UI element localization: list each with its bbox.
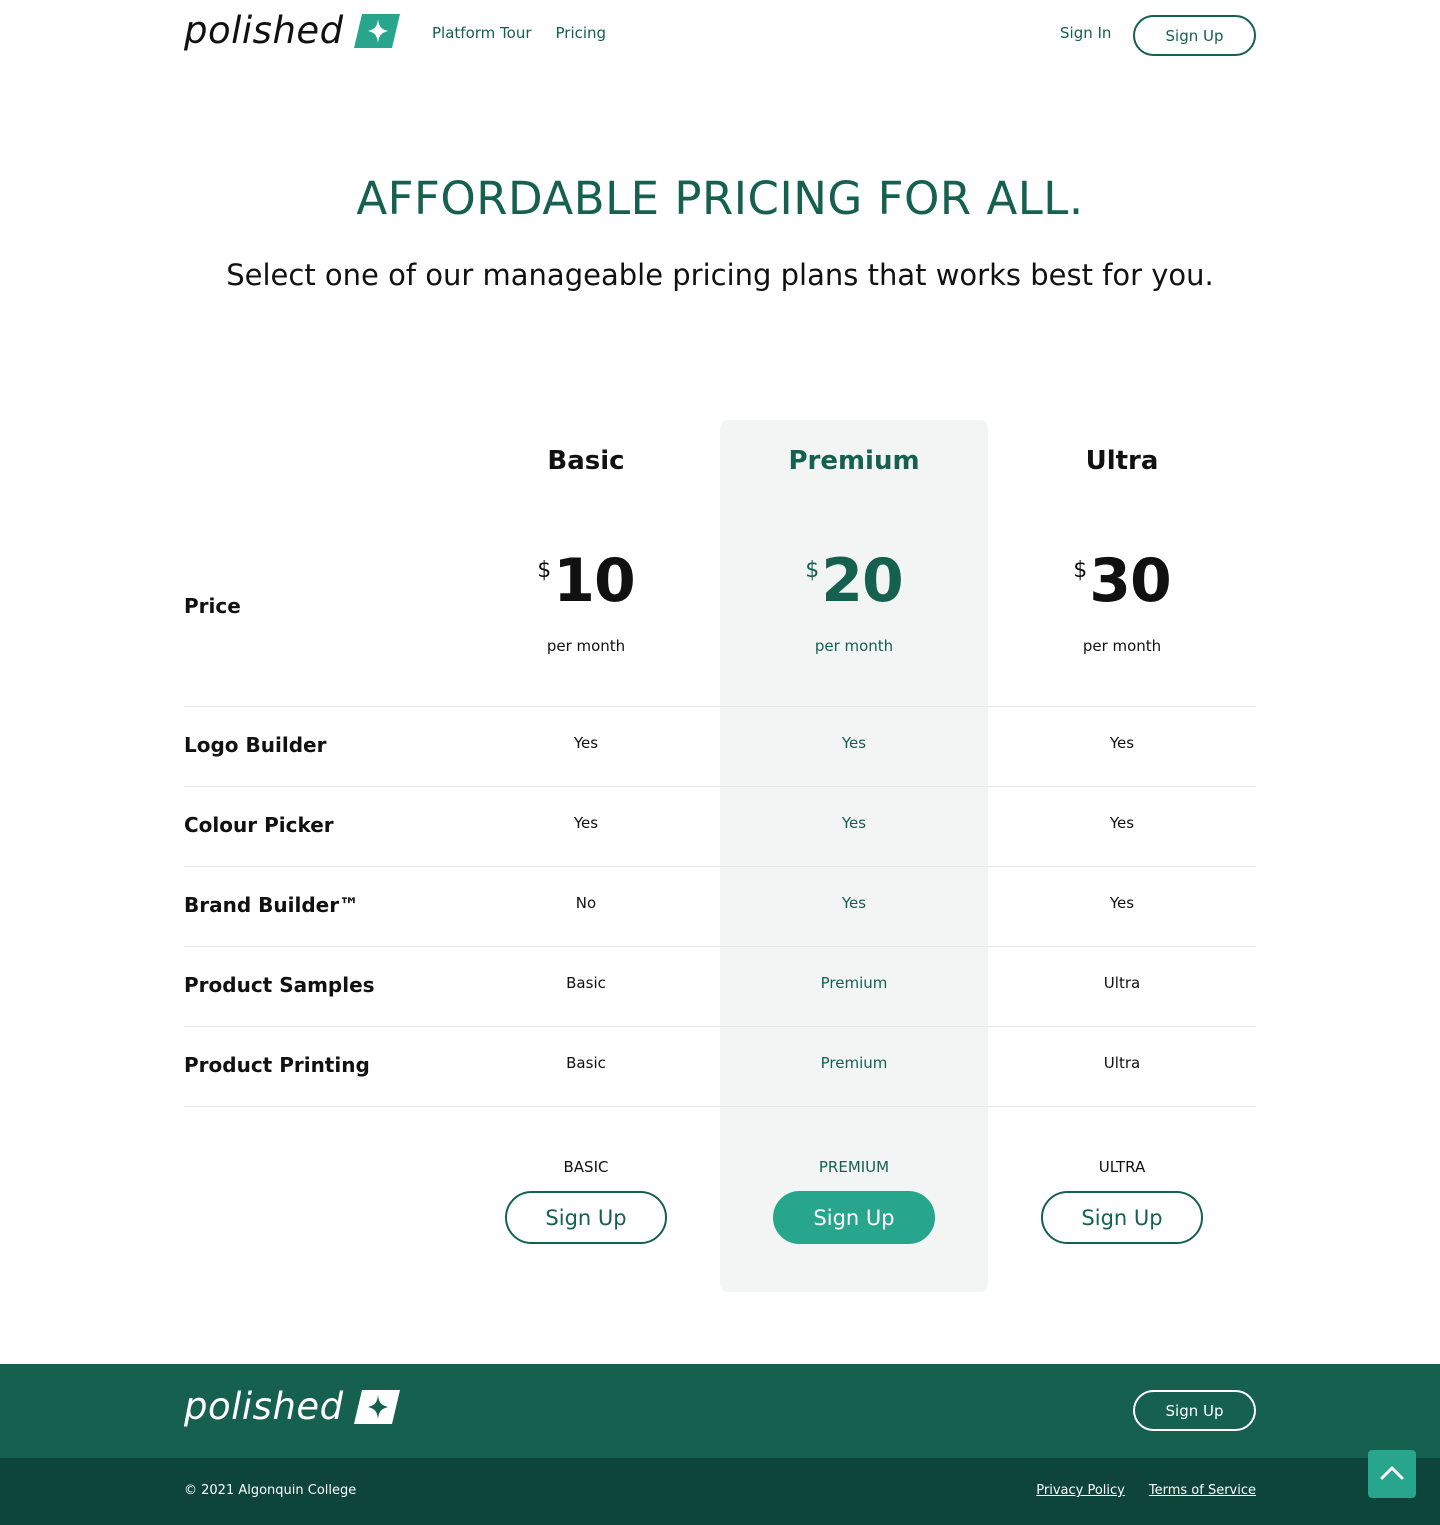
- plan-price-basic: $ 10: [452, 548, 720, 614]
- row-divider: [184, 1026, 1256, 1027]
- page-title: AFFORDABLE PRICING FOR ALL.: [356, 172, 1084, 225]
- logo-wordmark: polished: [184, 1385, 344, 1428]
- plan-period-premium: per month: [814, 637, 894, 655]
- basic-sign-up-button[interactable]: Sign Up: [505, 1191, 667, 1244]
- feature-cell: Basic: [566, 1054, 606, 1072]
- plan-name-premium: Premium: [788, 446, 920, 476]
- footer-logo[interactable]: polished: [184, 1388, 400, 1425]
- row-divider: [184, 946, 1256, 947]
- row-divider: [184, 1106, 1256, 1107]
- feature-cell: Ultra: [1103, 974, 1141, 992]
- logo-wordmark: polished: [184, 9, 344, 52]
- tier-caption-ultra: ULTRA: [1098, 1158, 1146, 1176]
- nav-platform-tour[interactable]: Platform Tour: [432, 24, 532, 42]
- row-divider: [184, 786, 1256, 787]
- footer-top: polished Sign Up: [0, 1364, 1440, 1458]
- footer-sign-up-button[interactable]: Sign Up: [1133, 1390, 1256, 1431]
- feature-cell: Yes: [1109, 814, 1135, 832]
- header-sign-up-button[interactable]: Sign Up: [1133, 15, 1256, 56]
- plan-name-ultra: Ultra: [1085, 446, 1159, 476]
- feature-label-product-printing: Product Printing: [184, 1053, 370, 1077]
- sparkle-icon: [353, 13, 400, 48]
- row-divider: [184, 866, 1256, 867]
- feature-cell: Yes: [573, 734, 599, 752]
- sign-in-link[interactable]: Sign In: [1060, 24, 1111, 42]
- feature-cell: Yes: [841, 894, 867, 912]
- feature-cell: Ultra: [1103, 1054, 1141, 1072]
- copyright-text: © 2021 Algonquin College: [184, 1483, 357, 1498]
- page-subtitle: Select one of our manageable pricing pla…: [226, 258, 1214, 292]
- tier-caption-premium: PREMIUM: [818, 1158, 890, 1176]
- feature-cell: Yes: [573, 814, 599, 832]
- feature-cell: Yes: [1109, 734, 1135, 752]
- price-amount: 30: [1089, 546, 1171, 616]
- feature-cell: Yes: [841, 814, 867, 832]
- feature-label-brand-builder: Brand Builder™: [184, 893, 360, 917]
- plan-name-basic: Basic: [547, 446, 625, 476]
- feature-cell: Premium: [820, 1054, 888, 1072]
- feature-label-colour-picker: Colour Picker: [184, 813, 334, 837]
- feature-cell: No: [575, 894, 597, 912]
- main-nav: Platform Tour Pricing: [432, 24, 606, 42]
- feature-cell: Yes: [1109, 894, 1135, 912]
- currency-symbol: $: [1073, 558, 1088, 583]
- site-header: polished Platform Tour Pricing Sign In S…: [0, 0, 1440, 72]
- footer-bottom: © 2021 Algonquin College Privacy Policy …: [0, 1458, 1440, 1525]
- currency-symbol: $: [537, 558, 552, 583]
- price-amount: 20: [821, 546, 903, 616]
- header-logo[interactable]: polished: [184, 12, 400, 49]
- price-amount: 10: [553, 546, 635, 616]
- plan-price-premium: $ 20: [720, 548, 988, 614]
- plan-price-ultra: $ 30: [988, 548, 1256, 614]
- feature-cell: Yes: [841, 734, 867, 752]
- plan-period-ultra: per month: [1082, 637, 1162, 655]
- feature-cell: Basic: [566, 974, 606, 992]
- premium-sign-up-button[interactable]: Sign Up: [773, 1191, 935, 1244]
- terms-of-service-link[interactable]: Terms of Service: [1149, 1483, 1256, 1498]
- plan-period-basic: per month: [546, 637, 626, 655]
- ultra-sign-up-button[interactable]: Sign Up: [1041, 1191, 1203, 1244]
- currency-symbol: $: [805, 558, 820, 583]
- row-divider: [184, 706, 1256, 707]
- footer-links: Privacy Policy Terms of Service: [1036, 1483, 1256, 1498]
- sparkle-icon: [353, 1389, 400, 1424]
- feature-cell: Premium: [820, 974, 888, 992]
- nav-pricing[interactable]: Pricing: [556, 24, 607, 42]
- privacy-policy-link[interactable]: Privacy Policy: [1036, 1483, 1125, 1498]
- price-row-label: Price: [184, 594, 241, 618]
- back-to-top-button[interactable]: [1368, 1450, 1416, 1498]
- feature-label-product-samples: Product Samples: [184, 973, 375, 997]
- chevron-up-icon: [1380, 1464, 1404, 1484]
- tier-caption-basic: BASIC: [563, 1158, 609, 1176]
- feature-label-logo-builder: Logo Builder: [184, 733, 327, 757]
